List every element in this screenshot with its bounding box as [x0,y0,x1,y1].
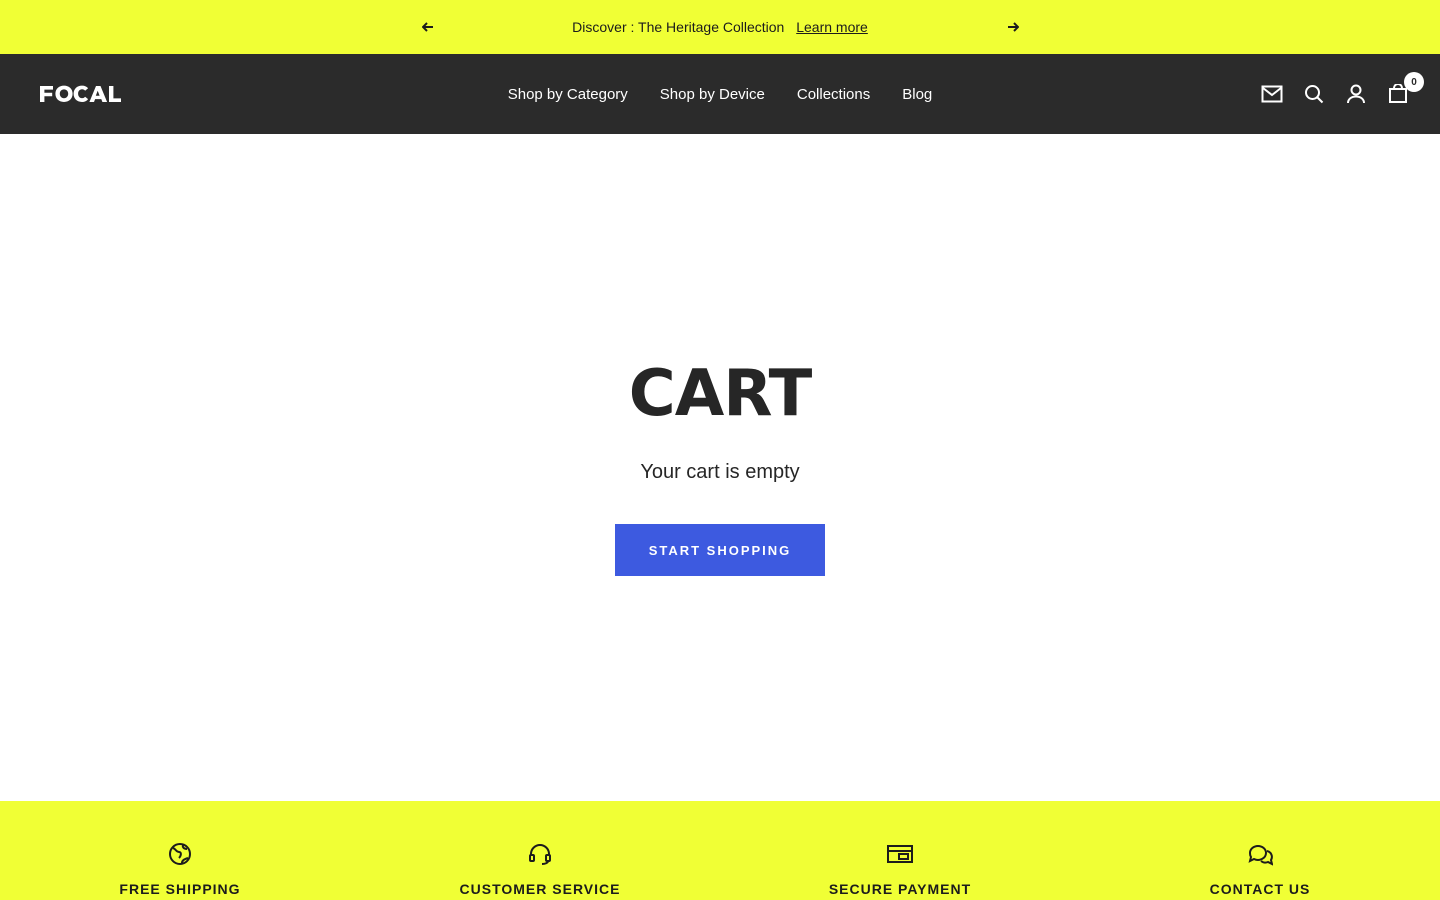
start-shopping-button[interactable]: START SHOPPING [615,524,825,576]
feature-secure-payment: SECURE PAYMENT [720,801,1080,900]
focal-logo-mark [40,85,121,102]
learn-more-link[interactable]: Learn more [796,19,868,35]
feature-free-shipping: FREE SHIPPING [0,801,360,900]
cart-count-badge: 0 [1404,72,1424,92]
nav-collections[interactable]: Collections [797,86,870,103]
announcement-text: Discover : The Heritage Collection [572,19,785,35]
page-title: CART [628,357,813,431]
arrow-right-icon[interactable] [1003,17,1023,37]
credit-card-icon [887,841,913,867]
feature-label: SECURE PAYMENT [828,881,972,897]
cart-page: CART Your cart is empty START SHOPPING [0,134,1440,801]
feature-contact-us[interactable]: CONTACT US [1080,801,1440,900]
features-strip: FREE SHIPPING CUSTOMER SERVICE SECURE PA… [0,801,1440,900]
search-icon[interactable] [1302,82,1326,106]
chat-bubbles-icon [1247,841,1273,867]
feature-label: CUSTOMER SERVICE [459,881,621,897]
announcement-message: Discover : The Heritage Collection Learn… [0,17,1440,37]
focal-logo[interactable] [40,81,136,107]
account-icon[interactable] [1344,82,1368,106]
main-nav: Shop by Category Shop by Device Collecti… [0,54,1440,134]
headset-icon [527,841,553,867]
feature-label: FREE SHIPPING [119,881,241,897]
nav-shop-by-device[interactable]: Shop by Device [660,86,765,103]
feature-label: CONTACT US [1209,881,1311,897]
nav-shop-by-category[interactable]: Shop by Category [508,86,628,103]
globe-icon [167,841,193,867]
mail-icon[interactable] [1260,82,1284,106]
empty-cart-message: Your cart is empty [640,461,800,483]
nav-blog[interactable]: Blog [902,86,932,103]
cart-icon[interactable]: 0 [1386,72,1424,106]
header-actions: 0 [1260,54,1424,134]
announcement-bar: Discover : The Heritage Collection Learn… [0,0,1440,54]
site-header: Shop by Category Shop by Device Collecti… [0,54,1440,134]
feature-customer-service: CUSTOMER SERVICE [360,801,720,900]
